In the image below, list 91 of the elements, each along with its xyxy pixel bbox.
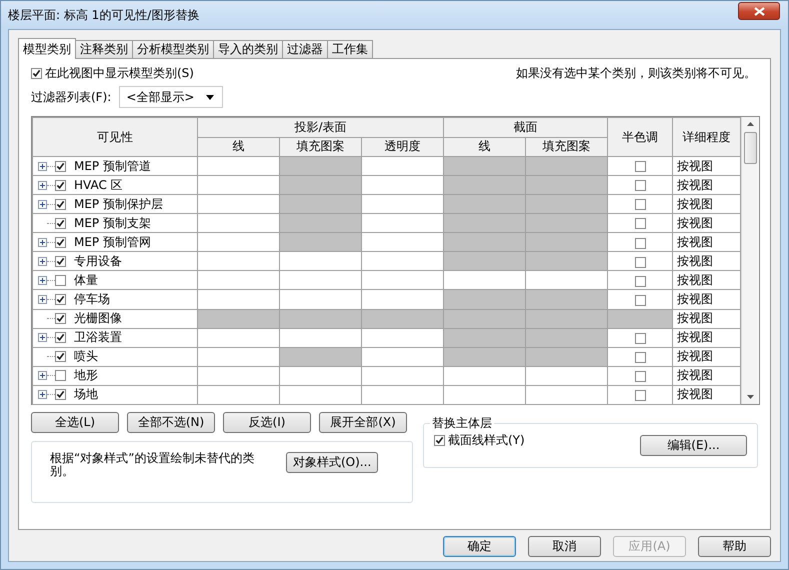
expand-icon[interactable] — [38, 256, 47, 266]
tab[interactable]: 模型类别 — [18, 38, 76, 59]
tab[interactable]: 工作集 — [327, 40, 373, 58]
scroll-up-icon[interactable] — [746, 122, 754, 126]
checkbox[interactable] — [55, 198, 66, 210]
checkbox[interactable] — [55, 180, 66, 191]
column-header: 线 — [198, 137, 280, 156]
halftone-checkbox[interactable] — [634, 161, 646, 172]
halftone-checkbox[interactable] — [634, 180, 646, 192]
scroll-down-icon[interactable] — [746, 395, 754, 399]
category-name: 卫浴装置 — [74, 329, 122, 346]
column-header: 详细程度 — [672, 118, 741, 156]
dialog-button[interactable]: 取消 — [528, 536, 601, 557]
column-header: 可见性 — [32, 118, 198, 156]
tab[interactable]: 注释类别 — [75, 40, 133, 58]
filter-dropdown[interactable]: <全部显示> — [119, 86, 224, 108]
scrollbar[interactable] — [741, 117, 758, 404]
checkbox[interactable] — [55, 332, 66, 344]
checkbox[interactable] — [434, 435, 445, 446]
category-name: 地形 — [74, 367, 98, 384]
expand-icon[interactable] — [38, 294, 47, 304]
expand-icon[interactable] — [38, 180, 47, 190]
halftone-checkbox[interactable] — [634, 199, 646, 210]
edit-button[interactable]: 编辑(E)... — [640, 435, 747, 456]
scrollbar-thumb[interactable] — [744, 132, 757, 164]
caret-icon — [206, 94, 214, 100]
column-header: 填充图案 — [280, 137, 362, 156]
window-title: 楼层平面: 标高 1的可见性/图形替换 — [8, 6, 200, 24]
checkbox[interactable] — [55, 236, 66, 248]
list-button[interactable]: 全部不选(N) — [127, 412, 215, 433]
halftone-checkbox[interactable] — [634, 370, 646, 382]
checkbox[interactable] — [55, 274, 66, 286]
dialog-button[interactable]: 确定 — [443, 536, 516, 557]
category-name: HVAC 区 — [74, 176, 123, 194]
halftone-checkbox[interactable] — [634, 352, 646, 363]
category-name: MEP 预制保护层 — [74, 196, 163, 213]
column-header: 填充图案 — [526, 137, 608, 156]
halftone-checkbox[interactable] — [634, 390, 646, 402]
list-button[interactable]: 反选(I) — [223, 412, 311, 433]
expand-icon[interactable] — [38, 238, 47, 247]
halftone-checkbox[interactable] — [634, 238, 646, 248]
checkbox[interactable] — [55, 313, 66, 324]
expand-icon[interactable] — [38, 200, 47, 209]
category-name: MEP 预制支架 — [74, 214, 151, 232]
close-button[interactable] — [738, 2, 780, 20]
category-name: 光栅图像 — [74, 310, 122, 328]
expand-icon[interactable] — [38, 333, 47, 342]
checkbox[interactable] — [55, 351, 66, 362]
close-icon — [754, 6, 764, 16]
column-header: 线 — [444, 137, 526, 156]
category-name: 喷头 — [74, 348, 98, 366]
checkbox-label: 在此视图中显示模型类别(S) — [45, 64, 194, 82]
category-name: MEP 预制管网 — [74, 234, 151, 251]
tab[interactable]: 导入的类别 — [213, 40, 283, 58]
halftone-checkbox[interactable] — [634, 332, 646, 344]
category-name: 专用设备 — [74, 252, 122, 270]
expand-icon[interactable] — [38, 276, 47, 285]
halftone-checkbox[interactable] — [634, 256, 646, 268]
column-header: 透明度 — [362, 137, 444, 156]
column-header: 半色调 — [608, 118, 673, 156]
category-name: 停车场 — [74, 290, 110, 308]
category-name: 体量 — [74, 272, 98, 289]
halftone-checkbox[interactable] — [634, 294, 646, 306]
hint-text: 如果没有选中某个类别，则该类别将不可见。 — [516, 64, 756, 82]
checkbox-label: 截面线样式(Y) — [448, 432, 525, 449]
expand-icon[interactable] — [38, 390, 47, 400]
checkbox[interactable] — [31, 68, 42, 78]
list-button[interactable]: 展开全部(X) — [319, 412, 407, 433]
column-header: 截面 — [444, 118, 608, 137]
tab[interactable]: 分析模型类别 — [132, 40, 214, 58]
category-name: 场地 — [74, 386, 98, 404]
checkbox[interactable] — [55, 389, 66, 400]
checkbox[interactable] — [55, 160, 66, 172]
list-button[interactable]: 全选(L) — [31, 412, 119, 433]
expand-icon[interactable] — [38, 162, 47, 171]
checkbox[interactable] — [55, 218, 66, 229]
expand-icon[interactable] — [38, 371, 47, 380]
halftone-checkbox[interactable] — [634, 276, 646, 287]
filter-list-label: 过滤器列表(F): — [31, 88, 112, 106]
tab[interactable]: 过滤器 — [282, 40, 328, 58]
table-cell: 按视图 — [672, 385, 741, 404]
checkbox[interactable] — [55, 294, 66, 305]
group-title: 替换主体层 — [430, 415, 494, 432]
object-styles-text: 根据“对象样式”的设置绘制未替代的类别。 — [50, 452, 256, 478]
checkbox[interactable] — [55, 370, 66, 382]
halftone-checkbox[interactable] — [634, 218, 646, 230]
object-styles-button[interactable]: 对象样式(O)... — [286, 452, 378, 473]
dialog-button[interactable]: 帮助 — [698, 536, 771, 557]
category-name: MEP 预制管道 — [74, 158, 151, 175]
checkbox[interactable] — [55, 256, 66, 267]
column-header: 投影/表面 — [198, 118, 444, 137]
